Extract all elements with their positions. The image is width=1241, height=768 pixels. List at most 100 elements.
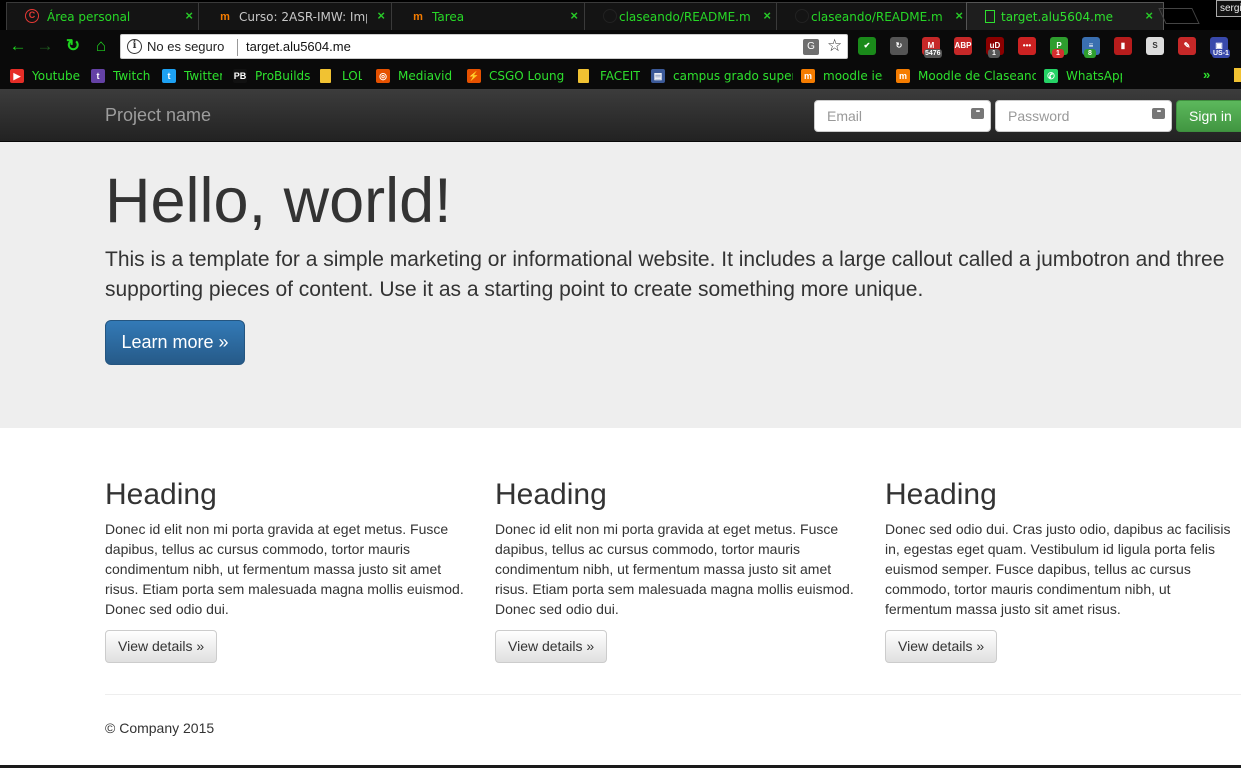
jumbotron-text: This is a template for a simple marketin… [105, 248, 1225, 301]
bookmark-item[interactable]: FACEIT [578, 68, 640, 84]
page-icon [985, 10, 995, 23]
learn-more-button[interactable]: Learn more » [105, 320, 245, 365]
moodle-icon: m [413, 11, 423, 23]
probuilds-icon: PB [233, 69, 247, 83]
tab-title: claseando/README.md [619, 10, 751, 24]
jumbotron: Hello, world! This is a template for a s… [0, 142, 1241, 428]
tab-close-icon[interactable]: × [185, 8, 193, 24]
info-icon[interactable]: i [127, 39, 142, 54]
bookmark-item[interactable]: t Twitter [162, 68, 222, 84]
bookmark-item[interactable]: m Moodle de Claseando [896, 68, 1036, 84]
whatsapp-icon: ✆ [1044, 69, 1058, 83]
url-text[interactable]: target.alu5604.me [246, 39, 351, 55]
security-status[interactable]: No es seguro [147, 39, 224, 55]
page-content: Project name ••• ••• Sign in Hello, worl… [0, 89, 1241, 768]
bookmark-label: LOL [342, 69, 362, 83]
adblock-plus-icon[interactable]: ABP [954, 37, 972, 55]
twitch-icon: t [91, 69, 105, 83]
address-bar[interactable]: i No es seguro target.alu5604.me G ☆ [120, 34, 848, 59]
bookmark-label: Moodle de Claseando [918, 69, 1036, 83]
campus-icon: ▤ [651, 69, 665, 83]
bookmark-item[interactable]: ⚡ CSGO Lounge [467, 68, 565, 84]
extension-badge: 8 [1084, 49, 1096, 58]
bookmark-label: campus grado superior [673, 69, 793, 83]
bookmarks-bar: ▶ Youtube t Twitch t Twitter PB ProBuilds LOL ◎ Me… [0, 63, 1241, 89]
bookmark-item[interactable]: PB ProBuilds [233, 68, 315, 84]
bookmark-label: moodle ies [823, 69, 883, 83]
brand-link[interactable]: Project name [105, 105, 211, 125]
forward-icon[interactable]: → [35, 36, 55, 56]
tab-target[interactable]: target.alu5604.me × [966, 2, 1164, 30]
bookmark-label: Youtube [32, 69, 80, 83]
tab-title: target.alu5604.me [1001, 10, 1114, 24]
youtube-icon: ▶ [10, 69, 24, 83]
moodle-icon: m [801, 69, 815, 83]
bookmark-item[interactable]: m moodle ies [801, 68, 883, 84]
tab-area-personal[interactable]: C Área personal × [6, 2, 204, 30]
bookmark-label: ProBuilds [255, 69, 311, 83]
tab-title: Curso: 2ASR-IMW: Implantación [239, 10, 367, 24]
column-text: Donec id elit non mi porta gravida at eg… [495, 521, 854, 617]
pin-extension-icon[interactable]: ✎ [1178, 37, 1196, 55]
s-extension-icon[interactable]: S [1146, 37, 1164, 55]
omnibox-separator [237, 39, 238, 56]
new-tab-button[interactable] [1158, 8, 1200, 24]
refresh-extension-icon[interactable]: ↻ [890, 37, 908, 55]
home-icon[interactable]: ⌂ [91, 36, 111, 56]
tab-readme-1[interactable]: claseando/README.md × [584, 2, 782, 30]
view-details-button[interactable]: View details » [885, 630, 998, 663]
bookmark-label: WhatsApp [1066, 69, 1122, 83]
lastpass-icon[interactable]: ••• [1018, 37, 1036, 55]
tab-title: Área personal [47, 10, 131, 24]
tab-curso[interactable]: m Curso: 2ASR-IMW: Implantación × [198, 2, 396, 30]
bookmark-item[interactable]: LOL [320, 68, 362, 84]
email-field[interactable] [814, 100, 991, 132]
view-details-button[interactable]: View details » [495, 630, 608, 663]
tab-close-icon[interactable]: × [763, 8, 771, 24]
csgo-lounge-icon: ⚡ [467, 69, 481, 83]
sign-in-button[interactable]: Sign in [1176, 100, 1241, 132]
tab-readme-2[interactable]: claseando/README.md × [776, 2, 974, 30]
tab-close-icon[interactable]: × [377, 8, 385, 24]
tab-title: claseando/README.md [811, 10, 943, 24]
profile-button[interactable]: sergio [1216, 0, 1241, 17]
bookmark-star-icon[interactable]: ☆ [827, 36, 842, 56]
tab-close-icon[interactable]: × [955, 8, 963, 24]
password-manager-icon[interactable]: ••• [971, 108, 984, 119]
password-field[interactable] [995, 100, 1172, 132]
github-icon [603, 9, 617, 23]
column-text: Donec sed odio dui. Cras justo odio, dap… [885, 521, 1231, 617]
column-heading: Heading [495, 478, 607, 511]
bookmark-item[interactable]: t Twitch [91, 68, 153, 84]
column-text: Donec id elit non mi porta gravida at eg… [105, 521, 464, 617]
extension-badge: 1 [1052, 49, 1064, 58]
bookmark-label: Twitch [113, 69, 151, 83]
bookmark-item[interactable]: ✆ WhatsApp [1044, 68, 1122, 84]
tab-close-icon[interactable]: × [1145, 8, 1153, 24]
moodle-icon: m [220, 11, 230, 23]
translate-icon[interactable]: G [803, 39, 819, 55]
bookmark-item[interactable]: ◎ Mediavida [376, 68, 452, 84]
footer-copyright: © Company 2015 [105, 720, 215, 736]
bookmark-item[interactable]: ▤ campus grado superior [651, 68, 793, 84]
bookmark-label: Twitter [184, 69, 222, 83]
reload-icon[interactable]: ↻ [63, 36, 83, 56]
bookmark-red-icon[interactable]: ▮ [1114, 37, 1132, 55]
folder-icon [578, 69, 589, 83]
bookmarks-overflow-icon[interactable]: » [1203, 67, 1210, 82]
bookmark-item[interactable]: ▶ Youtube [10, 68, 90, 84]
checkmark-extension-icon[interactable]: ✔ [858, 37, 876, 55]
mediavida-icon: ◎ [376, 69, 390, 83]
extension-badge: 1 [988, 49, 1000, 58]
folder-icon[interactable] [1234, 68, 1241, 82]
view-details-button[interactable]: View details » [105, 630, 218, 663]
tab-close-icon[interactable]: × [570, 8, 578, 24]
back-icon[interactable]: ← [8, 36, 28, 56]
tab-tarea[interactable]: m Tarea × [391, 2, 589, 30]
extension-badge: US-1 [1212, 49, 1230, 58]
folder-icon [320, 69, 331, 83]
password-manager-icon[interactable]: ••• [1152, 108, 1165, 119]
moodle-icon: m [896, 69, 910, 83]
content-column: Heading Donec id elit non mi porta gravi… [495, 478, 865, 663]
moodle-red-icon: C [25, 9, 39, 23]
